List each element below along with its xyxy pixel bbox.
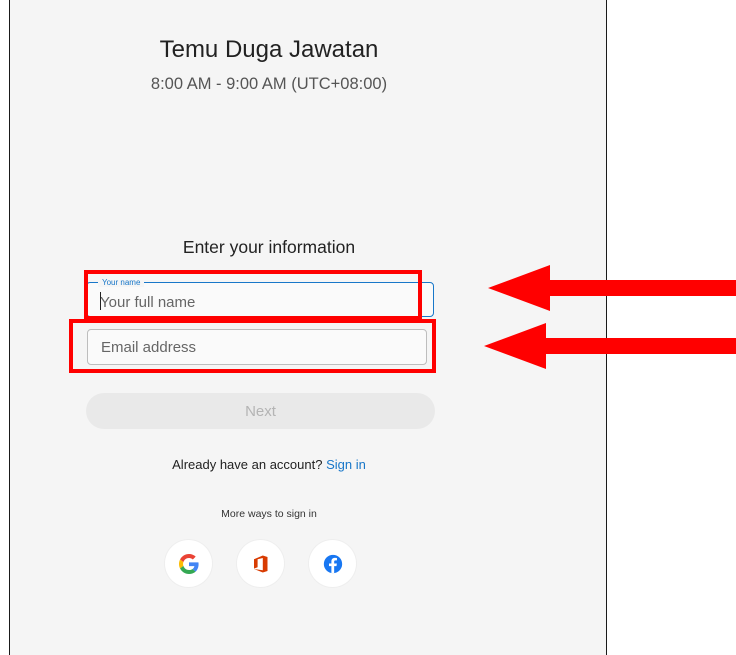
meeting-title: Temu Duga Jawatan bbox=[159, 36, 379, 63]
arrow-to-email-field bbox=[484, 323, 736, 369]
account-prompt: Already have an account? Sign in bbox=[9, 457, 529, 472]
annotation-arrows bbox=[484, 265, 736, 369]
more-ways-heading: More ways to sign in bbox=[221, 508, 317, 520]
next-button[interactable]: Next bbox=[86, 393, 435, 429]
office-signin-button[interactable] bbox=[237, 540, 284, 587]
arrow-to-name-field bbox=[488, 265, 736, 311]
google-icon bbox=[178, 553, 199, 574]
google-signin-button[interactable] bbox=[165, 540, 212, 587]
facebook-signin-button[interactable] bbox=[309, 540, 356, 587]
email-input[interactable] bbox=[88, 330, 426, 364]
text-cursor bbox=[100, 292, 101, 310]
account-prompt-text: Already have an account? bbox=[172, 457, 323, 472]
form-heading: Enter your information bbox=[182, 237, 356, 257]
email-field[interactable] bbox=[87, 329, 427, 365]
facebook-icon bbox=[323, 554, 342, 573]
sign-in-link[interactable]: Sign in bbox=[326, 457, 366, 472]
name-field[interactable]: Your name bbox=[86, 278, 434, 317]
meeting-time: 8:00 AM - 9:00 AM (UTC+08:00) bbox=[150, 75, 388, 93]
name-input[interactable] bbox=[87, 283, 433, 316]
office-icon bbox=[253, 555, 267, 572]
